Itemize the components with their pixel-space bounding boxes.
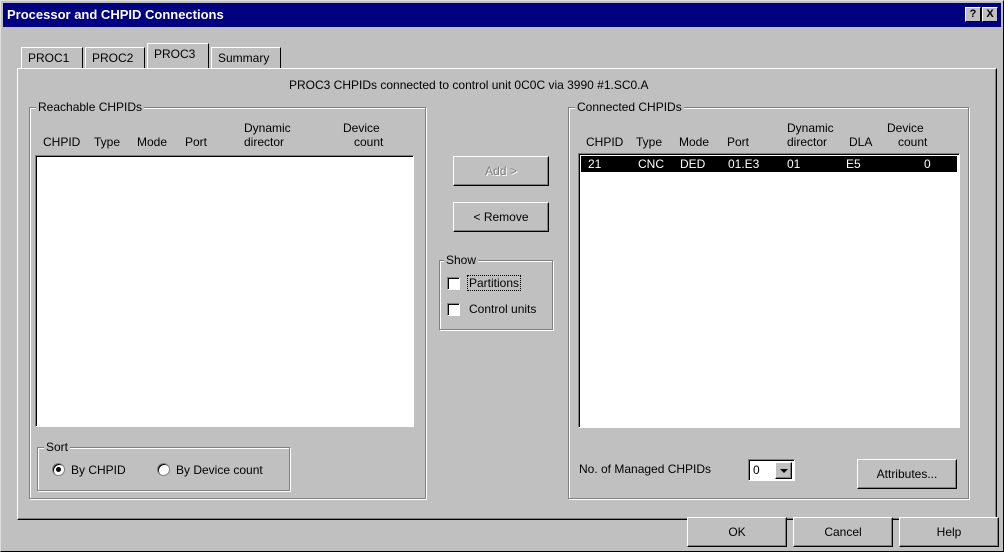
tab-summary[interactable]: Summary (211, 47, 281, 69)
connected-col-port: Port (727, 135, 750, 149)
tab-proc2[interactable]: PROC2 (85, 47, 145, 69)
cancel-button-label: Cancel (824, 525, 862, 539)
reachable-chpids-label: Reachable CHPIDs (36, 100, 145, 114)
reachable-col-director: director (244, 135, 285, 149)
ok-button[interactable]: OK (687, 517, 787, 547)
radio-selected-dot (56, 467, 61, 472)
sort-by-chpid-radio[interactable] (52, 463, 65, 476)
reachable-col-type: Type (94, 135, 121, 149)
control-units-checkbox[interactable] (447, 303, 460, 316)
remove-button[interactable]: < Remove (453, 202, 549, 232)
reachable-col-dynamic: Dynamic (244, 121, 291, 135)
row-director: 01 (787, 157, 801, 171)
partitions-checkbox[interactable] (447, 277, 460, 290)
sort-by-device-count-label[interactable]: By Device count (176, 463, 263, 477)
attributes-button[interactable]: Attributes... (857, 459, 957, 489)
connected-col-device: Device (887, 121, 924, 135)
reachable-col-chpid: CHPID (43, 135, 81, 149)
connected-col-dla: DLA (849, 135, 873, 149)
connected-col-director: director (787, 135, 828, 149)
partitions-label[interactable]: Partitions (466, 275, 522, 291)
ok-button-label: OK (728, 525, 746, 539)
close-icon[interactable]: X (982, 7, 998, 22)
show-group: Show (439, 253, 553, 330)
connected-col-dynamic: Dynamic (787, 121, 834, 135)
help-icon[interactable]: ? (965, 7, 981, 22)
managed-chpids-dropdown[interactable]: 0 (748, 459, 795, 481)
connected-col-chpid: CHPID (586, 135, 624, 149)
attributes-button-label: Attributes... (876, 467, 938, 481)
reachable-chpids-list[interactable] (35, 155, 414, 427)
help-button-label: Help (936, 525, 962, 539)
reachable-col-mode: Mode (137, 135, 168, 149)
title-bar[interactable]: Processor and CHPID Connections ? X (3, 3, 1001, 27)
sort-by-chpid-label[interactable]: By CHPID (71, 463, 126, 477)
sort-by-device-count-radio[interactable] (157, 463, 170, 476)
cancel-button[interactable]: Cancel (793, 517, 893, 547)
row-dla: E5 (846, 157, 861, 171)
managed-chpids-value: 0 (753, 463, 760, 477)
reachable-col-port: Port (185, 135, 208, 149)
row-type: CNC (638, 157, 664, 171)
managed-chpids-label: No. of Managed CHPIDs (579, 462, 712, 476)
connected-chpids-label: Connected CHPIDs (575, 100, 684, 114)
row-chpid: 21 (588, 157, 602, 171)
reachable-col-count: count (354, 135, 384, 149)
tab-proc1[interactable]: PROC1 (21, 47, 83, 69)
dropdown-button[interactable] (775, 462, 792, 479)
help-button[interactable]: Help (899, 517, 999, 547)
add-button-label: Add > (485, 164, 517, 178)
connected-col-count: count (898, 135, 928, 149)
control-units-label[interactable]: Control units (469, 302, 536, 316)
connected-chpids-list[interactable]: 21 CNC DED 01.E3 01 E5 0 (578, 153, 960, 428)
dialog-window: Processor and CHPID Connections ? X PROC… (0, 0, 1004, 552)
row-count: 0 (924, 157, 931, 171)
tab-proc3[interactable]: PROC3 (147, 43, 209, 68)
connected-col-type: Type (636, 135, 663, 149)
row-port: 01.E3 (728, 157, 760, 171)
window-title: Processor and CHPID Connections (7, 7, 224, 22)
sort-label: Sort (44, 440, 71, 454)
table-row[interactable]: 21 CNC DED 01.E3 01 E5 0 (581, 156, 957, 172)
connection-caption: PROC3 CHPIDs connected to control unit 0… (289, 78, 649, 92)
chevron-down-icon (780, 469, 788, 473)
remove-button-label: < Remove (473, 210, 529, 224)
connected-col-mode: Mode (679, 135, 710, 149)
row-mode: DED (680, 157, 706, 171)
add-button[interactable]: Add > (453, 156, 549, 186)
show-label: Show (444, 253, 479, 267)
reachable-col-device: Device (343, 121, 380, 135)
